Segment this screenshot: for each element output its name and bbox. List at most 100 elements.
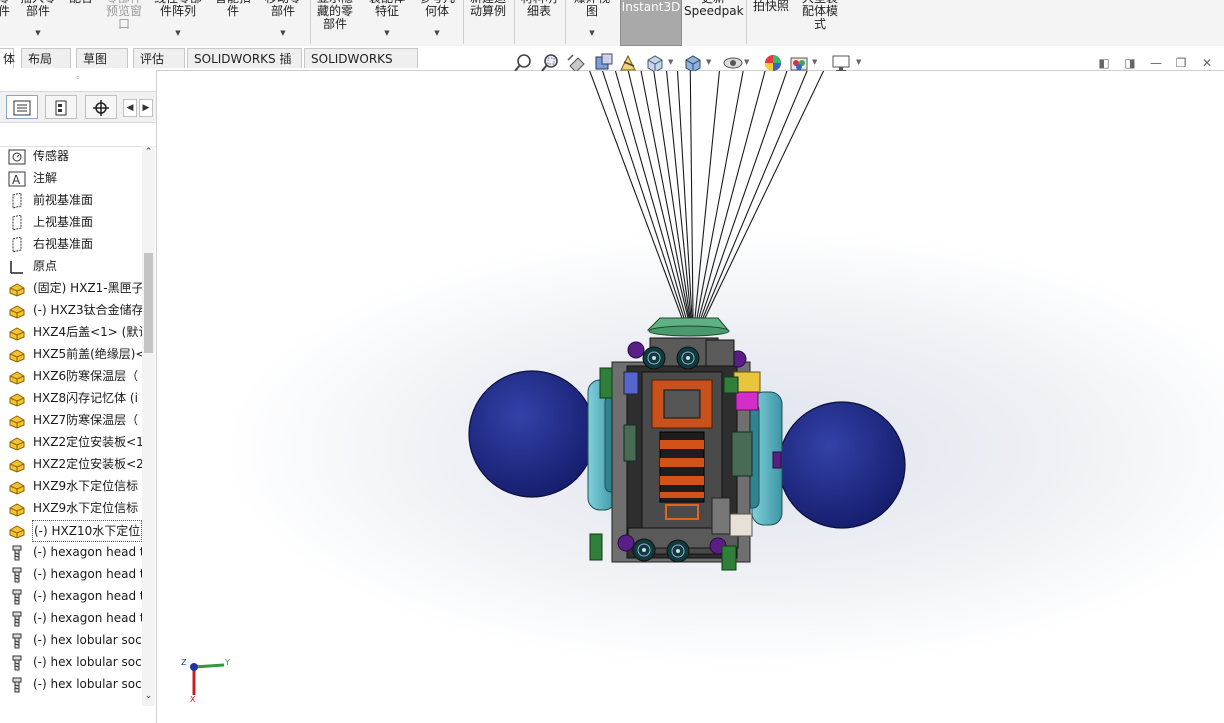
- chevron-down-icon[interactable]: ▼: [434, 27, 439, 40]
- part-icon: [8, 281, 26, 297]
- tree-node-label: HXZ6防寒保温层（: [33, 369, 139, 383]
- chevron-down-icon[interactable]: ▼: [35, 27, 40, 40]
- insert-component-button[interactable]: 插入零 部件 ▼: [16, 0, 60, 44]
- new-motion-study-button[interactable]: 新建运 动算例: [465, 0, 511, 44]
- tab-solidworks-mbd[interactable]: SOLIDWORKS MBD: [304, 48, 418, 86]
- reference-geometry-button[interactable]: 参考几 何体 ▼: [414, 0, 460, 44]
- tree-node[interactable]: HXZ7防寒保温层（: [0, 410, 142, 432]
- tree-node-label: (-) hex lobular socl: [33, 655, 142, 669]
- panel-grip-handle[interactable]: ◦: [0, 70, 156, 90]
- tree-node-label: HXZ2定位安装板<2: [33, 457, 142, 471]
- command-manager-ribbon: 零 件 插入零 部件 ▼ 配合 零部件 预览窗 口 线性零部 件阵列 ▼ 智能扣 件…: [0, 0, 1224, 47]
- feature-tree-filter[interactable]: [0, 122, 156, 147]
- collapse-right-icon[interactable]: ◨: [1122, 55, 1138, 71]
- instant3d-label: Instant3D: [621, 0, 681, 14]
- tab-layout[interactable]: 布局: [21, 48, 71, 68]
- tree-node[interactable]: (-) HXZ3钛合金储存: [0, 300, 142, 322]
- tree-node[interactable]: (固定) HXZ1-黑匣子: [0, 278, 142, 300]
- assembly-features-label: 装配体 特征: [369, 0, 405, 18]
- tree-node[interactable]: 传感器: [0, 146, 142, 168]
- scroll-up-icon[interactable]: ⌃: [143, 146, 154, 158]
- tree-node[interactable]: (-) hex lobular socl: [0, 674, 142, 696]
- tab-scroll-left-icon[interactable]: ◀: [123, 99, 137, 117]
- plane-icon: [8, 214, 26, 231]
- tree-node[interactable]: A 注解: [0, 168, 142, 190]
- plane-icon: [8, 192, 26, 209]
- tree-node[interactable]: 右视基准面: [0, 234, 142, 256]
- close-icon[interactable]: ✕: [1199, 55, 1215, 71]
- axis-z-label: Z: [181, 658, 187, 667]
- graphics-viewport[interactable]: Y X Z: [157, 71, 1224, 723]
- tree-node[interactable]: 原点: [0, 256, 142, 278]
- bill-of-materials-button[interactable]: 材料明 细表: [516, 0, 562, 44]
- component-preview-button[interactable]: 零部件 预览窗 口: [102, 0, 146, 44]
- ribbon-divider: [310, 0, 311, 44]
- instant3d-button[interactable]: Instant3D: [620, 0, 682, 46]
- update-speedpak-button[interactable]: 更新 Speedpak: [684, 0, 744, 44]
- collapse-left-icon[interactable]: ◧: [1096, 55, 1112, 71]
- mate-label: 配合: [64, 0, 98, 5]
- smart-fastener-button[interactable]: 智能扣 件: [210, 0, 256, 44]
- tab-sketch[interactable]: 草图: [76, 48, 128, 68]
- feature-tree-scrollbar[interactable]: ⌃ ⌄: [142, 146, 155, 706]
- show-hidden-components-button[interactable]: 显示隐 藏的零 部件: [312, 0, 358, 44]
- feature-tree-icon: [13, 100, 31, 116]
- exploded-view-button[interactable]: 爆炸视 图 ▼: [567, 0, 617, 44]
- tree-node[interactable]: HXZ5前盖(绝缘层)<: [0, 344, 142, 366]
- tree-node-label: HXZ9水下定位信标: [33, 501, 139, 515]
- tree-node[interactable]: HXZ9水下定位信标: [0, 476, 142, 498]
- tree-node[interactable]: HXZ2定位安装板<2: [0, 454, 142, 476]
- tree-node[interactable]: HXZ9水下定位信标: [0, 498, 142, 520]
- tree-node[interactable]: (-) hex lobular socl: [0, 630, 142, 652]
- tree-node[interactable]: (-) hexagon head t: [0, 608, 142, 630]
- part-icon: [8, 435, 26, 451]
- tree-node[interactable]: (-) hex lobular socl: [0, 652, 142, 674]
- chevron-down-icon[interactable]: ▼: [744, 58, 749, 66]
- tree-node[interactable]: 前视基准面: [0, 190, 142, 212]
- chevron-down-icon[interactable]: ▼: [668, 58, 673, 66]
- part-button[interactable]: 零 件: [0, 0, 14, 44]
- configuration-manager-tab[interactable]: [85, 95, 117, 119]
- origin-icon: [8, 259, 26, 275]
- scrollbar-thumb[interactable]: [144, 253, 153, 353]
- assembly-features-button[interactable]: 装配体 特征 ▼: [364, 0, 410, 44]
- chevron-down-icon[interactable]: ▼: [856, 58, 861, 66]
- chevron-down-icon[interactable]: ▼: [280, 27, 285, 40]
- mate-button[interactable]: 配合: [64, 0, 98, 44]
- large-assembly-mode-button[interactable]: 大型装 配体模 式: [796, 0, 844, 44]
- tab-assembly[interactable]: 体: [0, 48, 15, 68]
- insert-component-label: 插入零 部件: [20, 0, 56, 18]
- property-manager-icon: [55, 100, 67, 116]
- chevron-down-icon[interactable]: ▼: [812, 58, 817, 66]
- tree-node[interactable]: HXZ4后盖<1> (默认: [0, 322, 142, 344]
- minimize-icon[interactable]: —: [1148, 55, 1164, 71]
- linear-pattern-button[interactable]: 线性零部 件阵列 ▼: [150, 0, 206, 44]
- tree-node[interactable]: (-) hexagon head t: [0, 586, 142, 608]
- tree-node[interactable]: (-) HXZ10水下定位: [0, 520, 142, 542]
- tree-node[interactable]: HXZ2定位安装板<1: [0, 432, 142, 454]
- property-manager-tab[interactable]: [45, 95, 77, 119]
- chevron-down-icon[interactable]: ▼: [706, 58, 711, 66]
- restore-icon[interactable]: ❐: [1173, 55, 1189, 71]
- part-button-label: 零 件: [0, 0, 14, 18]
- tree-node[interactable]: (-) hexagon head t: [0, 542, 142, 564]
- tab-evaluate[interactable]: 评估: [133, 48, 185, 68]
- svg-text:A: A: [12, 173, 21, 187]
- tab-solidworks-addins[interactable]: SOLIDWORKS 插件: [187, 48, 302, 86]
- tree-node[interactable]: HXZ8闪存记忆体 (i: [0, 388, 142, 410]
- update-speedpak-label: 更新 Speedpak: [684, 0, 744, 18]
- chevron-down-icon[interactable]: ▼: [384, 27, 389, 40]
- tree-node[interactable]: 上视基准面: [0, 212, 142, 234]
- left-float-sphere: [468, 370, 596, 498]
- feature-manager-tab[interactable]: [6, 95, 38, 119]
- tree-node[interactable]: HXZ6防寒保温层（: [0, 366, 142, 388]
- chevron-down-icon[interactable]: ▼: [175, 27, 180, 40]
- tree-node-label: HXZ8闪存记忆体 (i: [33, 391, 138, 405]
- panel-tab-strip: ◀ ▶: [0, 91, 156, 123]
- move-component-button[interactable]: 移动零 部件 ▼: [260, 0, 306, 44]
- chevron-down-icon[interactable]: ▼: [589, 27, 594, 40]
- take-snapshot-button[interactable]: 拍快照: [748, 0, 794, 44]
- scroll-down-icon[interactable]: ⌄: [143, 690, 154, 702]
- tab-scroll-right-icon[interactable]: ▶: [139, 99, 153, 117]
- tree-node[interactable]: (-) hexagon head t: [0, 564, 142, 586]
